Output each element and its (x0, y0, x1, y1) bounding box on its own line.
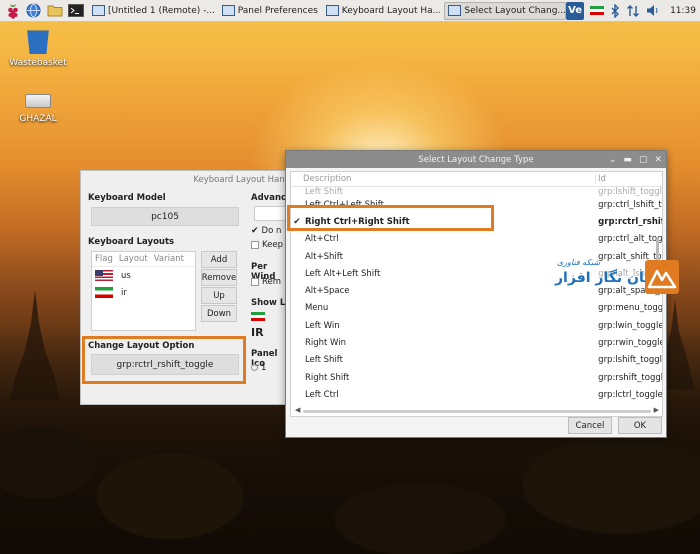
window-title: Keyboard Layout Hand (193, 175, 290, 185)
layouts-list-header: Flag Layout Variant (92, 252, 195, 267)
list-item[interactable]: ir (92, 284, 195, 301)
file-manager-icon[interactable] (46, 2, 63, 20)
show-text-option[interactable]: IR (251, 326, 264, 339)
taskbar: [Untitled 1 (Remote) -... Panel Preferen… (0, 0, 700, 22)
panel-icon-size-radio[interactable]: 1 (251, 363, 266, 373)
list-item[interactable]: Alt+Ctrl grp:ctrl_alt_toggle (291, 231, 662, 248)
window-icon (448, 5, 462, 16)
up-button[interactable]: Up (201, 287, 237, 304)
horizontal-scrollbar[interactable]: ◀ ▶ (295, 406, 659, 415)
dialog-titlebar: Select Layout Change Type ⌄ ▬ ▢ ✕ (286, 151, 666, 168)
close-icon[interactable]: ✕ (654, 155, 662, 165)
vnc-icon[interactable]: Ve (566, 1, 585, 20)
clock[interactable]: 11:39 (670, 6, 696, 16)
list-header: Description Id (291, 172, 662, 187)
list-item[interactable]: Menu grp:menu_toggle (291, 300, 662, 317)
watermark-subtitle: شبکه فناوری (557, 258, 601, 267)
list-item[interactable]: Left Ctrl grp:lctrl_toggle (291, 386, 662, 403)
window-icon (221, 5, 235, 16)
taskbar-task-untitled[interactable]: [Untitled 1 (Remote) -... (88, 2, 215, 20)
scroll-right-icon[interactable]: ▶ (654, 406, 659, 414)
keyboard-model-button[interactable]: pc105 (91, 207, 239, 226)
scroll-left-icon[interactable]: ◀ (295, 406, 300, 414)
show-flag-option[interactable] (251, 312, 265, 322)
window-icon (91, 5, 105, 16)
dialog-title: Select Layout Change Type (418, 154, 534, 165)
keyboard-layouts-label: Keyboard Layouts (88, 237, 175, 247)
down-button[interactable]: Down (201, 305, 237, 322)
do-not-reset-option[interactable]: ✔ Do n (251, 226, 281, 236)
taskbar-task-select-layout[interactable]: Select Layout Chang... (444, 1, 567, 20)
remove-button[interactable]: Remove (201, 269, 237, 286)
remember-option[interactable]: Rem (251, 277, 281, 287)
list-item[interactable]: Right Win grp:rwin_toggle (291, 334, 662, 351)
minimize-icon[interactable]: ▬ (623, 155, 632, 165)
add-button[interactable]: Add (201, 251, 237, 268)
wastebasket-icon (27, 30, 49, 54)
terminal-icon[interactable] (68, 2, 85, 20)
mountain-logo-icon (645, 260, 679, 294)
drive-icon (25, 94, 51, 108)
bluetooth-icon[interactable] (610, 3, 620, 18)
id-column-header[interactable]: Id (595, 174, 606, 184)
chevron-down-icon[interactable]: ⌄ (609, 155, 617, 165)
iran-flag-icon (95, 287, 113, 298)
keep-option[interactable]: Keep (251, 240, 283, 250)
window-icon (325, 5, 339, 16)
desktop-icon-ghazal[interactable]: GHAZAL (8, 88, 68, 124)
maximize-icon[interactable]: ▢ (639, 155, 648, 165)
highlight-selected-row (287, 205, 494, 231)
keyboard-model-label: Keyboard Model (88, 193, 166, 203)
list-item-partial[interactable]: Left Shift grp:lshift_toggl (291, 187, 662, 196)
network-arrows-icon[interactable] (626, 4, 640, 18)
raspberry-menu-icon[interactable] (4, 2, 21, 20)
ok-button[interactable]: OK (618, 417, 662, 434)
desktop-icon-wastebasket[interactable]: Wastebasket (8, 28, 68, 68)
web-browser-icon[interactable] (25, 2, 42, 20)
volume-icon[interactable] (646, 4, 660, 17)
layouts-list[interactable]: Flag Layout Variant us ir (91, 251, 196, 331)
cancel-button[interactable]: Cancel (568, 417, 612, 434)
description-column-header[interactable]: Description (291, 174, 595, 184)
us-flag-icon (95, 270, 113, 281)
keyboard-flag-icon[interactable] (590, 6, 605, 15)
list-item[interactable]: Right Shift grp:rshift_toggle (291, 369, 662, 386)
list-item[interactable]: Left Shift grp:lshift_toggle (291, 352, 662, 369)
taskbar-task-panel-preferences[interactable]: Panel Preferences (218, 2, 319, 20)
watermark-logo: شبکه فناوری مهان نگار افزار (545, 258, 685, 298)
highlight-change-layout-option (82, 336, 246, 384)
taskbar-task-keyboard-layout[interactable]: Keyboard Layout Ha... (322, 2, 442, 20)
list-item[interactable]: Left Win grp:lwin_toggle (291, 317, 662, 334)
list-item[interactable]: us (92, 267, 195, 284)
